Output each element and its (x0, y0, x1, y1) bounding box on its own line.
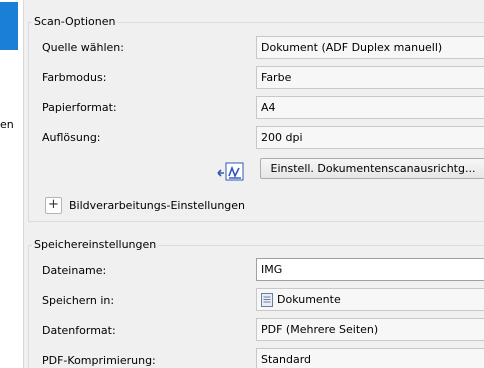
sidebar-item-label[interactable]: en (0, 118, 20, 131)
save-in-value: Dokumente (277, 293, 341, 306)
document-alignment-button[interactable]: Einstell. Dokumentenscanausrichtg... (260, 158, 484, 179)
pdf-compression-select[interactable]: Standard (256, 348, 484, 368)
filename-input[interactable]: IMG (256, 258, 484, 281)
pdf-compression-label: PDF-Komprimierung: (42, 354, 156, 367)
scan-options-title: Scan-Optionen (32, 15, 118, 29)
resolution-label: Auflösung: (42, 131, 101, 144)
resolution-select[interactable]: 200 dpi (256, 126, 484, 149)
save-settings-title: Speichereinstellungen (32, 238, 159, 252)
paper-format-label: Papierformat: (42, 101, 117, 114)
settings-panel: Scan-Optionen Quelle wählen: Dokument (A… (24, 0, 484, 368)
color-mode-select[interactable]: Farbe (256, 66, 484, 89)
filename-label: Dateiname: (42, 264, 107, 277)
source-label: Quelle wählen: (42, 41, 124, 54)
image-settings-label: Bildverarbeitungs-Einstellungen (69, 199, 246, 212)
source-select[interactable]: Dokument (ADF Duplex manuell) (256, 36, 484, 59)
save-in-select[interactable]: Dokumente (256, 288, 484, 311)
paper-format-select[interactable]: A4 (256, 96, 484, 119)
file-format-select[interactable]: PDF (Mehrere Seiten) (256, 318, 484, 341)
file-format-label: Datenformat: (42, 324, 116, 337)
color-mode-label: Farbmodus: (42, 71, 107, 84)
documents-folder-icon (261, 293, 273, 307)
expand-image-settings-button[interactable]: + (45, 197, 62, 214)
document-alignment-icon (217, 162, 244, 181)
save-in-label: Speichern in: (42, 294, 115, 307)
sidebar: en (0, 0, 24, 368)
sidebar-selected-item[interactable] (0, 2, 18, 50)
